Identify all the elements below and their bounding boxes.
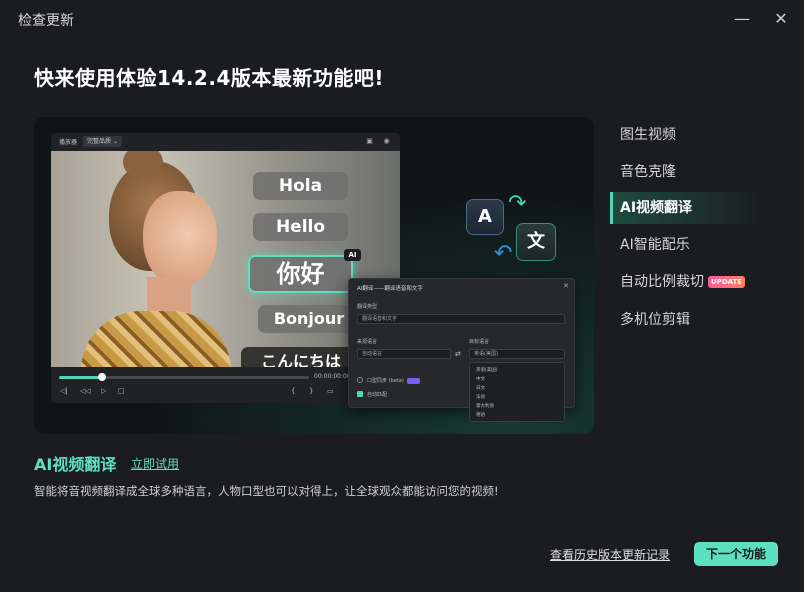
sidebar-item-ai-music[interactable]: AI智能配乐 (610, 229, 766, 261)
sidebar-item-label: 自动比例裁切 (620, 274, 704, 290)
sidebar-item-label: AI视频翻译 (620, 200, 693, 216)
dropdown-option[interactable]: 法语 (476, 394, 485, 400)
timecode: 00:00:00:00 (314, 373, 351, 380)
bubble-konnichiwa: こんにちは (241, 347, 361, 367)
beta-badge (407, 378, 420, 384)
sidebar-item-label: 图生视频 (620, 127, 676, 143)
letter-a-icon: A (466, 199, 504, 235)
mark-in-icon[interactable]: { (291, 387, 295, 395)
dropdown-option[interactable]: 日文 (476, 385, 485, 391)
close-icon[interactable]: ✕ (770, 8, 792, 30)
feature-description: 智能将音视频翻译成全球多种语言，人物口型也可以对得上，让全球观众都能访问您的视频… (34, 484, 499, 498)
sidebar-item-label: 多机位剪辑 (620, 312, 690, 328)
image-icon[interactable]: ▣ (365, 137, 374, 146)
rewind-icon[interactable]: ◁◁ (80, 387, 91, 395)
mark-out-icon[interactable]: } (309, 387, 313, 395)
stop-icon[interactable]: □ (118, 387, 125, 395)
woman-face-shape (143, 191, 217, 287)
translate-icon: ↷ A 文 ↶ (464, 189, 564, 269)
history-link[interactable]: 查看历史版本更新记录 (550, 546, 670, 563)
page-headline: 快来使用体验14.2.4版本最新功能吧! (34, 66, 384, 90)
sidebar-item-ai-video-translate[interactable]: AI视频翻译 (610, 192, 766, 224)
auto-match-label: 自动匹配 (367, 392, 388, 398)
eye-icon[interactable]: ◉ (382, 137, 391, 146)
target-select[interactable]: 英语(美国) (469, 349, 565, 359)
bubble-hello: Hello (253, 213, 348, 241)
quality-value: 完整品质 (87, 138, 112, 145)
lip-sync-label: 口型同步 (beta) (367, 378, 404, 384)
source-label: 来源语言 (357, 339, 378, 345)
update-badge: UPDATE (708, 276, 746, 288)
sidebar-item-label: 音色克隆 (620, 164, 676, 180)
dropdown-option[interactable]: 中文 (476, 376, 485, 382)
quality-select[interactable]: 完整品质 ⌄ (83, 136, 122, 147)
target-language-dropdown: 英语(美国) 中文 日文 法语 意大利语 德语 (469, 362, 565, 422)
player-toolbar: 播放器 完整品质 ⌄ ▣ ◉ (51, 133, 400, 151)
window-title: 检查更新 (18, 13, 74, 29)
bubble-bonjour: Bonjour (258, 305, 360, 333)
bubble-nihao: 你好 (248, 255, 353, 293)
prev-frame-icon[interactable]: ◁| (60, 387, 68, 395)
auto-match-checkbox[interactable] (357, 391, 363, 397)
feature-preview: 播放器 完整品质 ⌄ ▣ ◉ Hola Hello 你好 AI Bonjour … (34, 117, 594, 434)
bubble-hola: Hola (253, 172, 348, 200)
ai-tag: AI (344, 249, 361, 261)
swap-icon[interactable]: ⇄ (455, 350, 461, 358)
seek-fill (59, 376, 102, 379)
type-select[interactable]: 翻译语音和文字 (357, 314, 565, 324)
arrow-up-icon: ↶ (494, 241, 513, 266)
minimize-icon[interactable]: — (731, 8, 753, 30)
feature-title: AI视频翻译 (34, 455, 117, 474)
title-bar: 检查更新 — ✕ (0, 0, 804, 38)
sidebar-item-label: AI智能配乐 (620, 237, 690, 253)
try-now-link[interactable]: 立即试用 (131, 455, 179, 472)
woman-shirt-shape (81, 311, 231, 367)
arrow-down-icon: ↷ (508, 191, 527, 216)
dialog-close-icon[interactable]: ✕ (563, 282, 569, 290)
lip-sync-radio[interactable] (357, 377, 363, 383)
dropdown-option[interactable]: 德语 (476, 412, 485, 418)
dialog-title: AI翻译——翻译语音和文字 (357, 286, 423, 292)
type-label: 翻译类型 (357, 304, 378, 310)
sidebar-item-voice-clone[interactable]: 音色克隆 (610, 156, 766, 188)
source-select[interactable]: 自动语言 (357, 349, 451, 359)
target-label: 目标语言 (469, 339, 490, 345)
sidebar-item-multicam[interactable]: 多机位剪辑 (610, 304, 766, 336)
next-feature-button[interactable]: 下一个功能 (694, 542, 778, 566)
player-label: 播放器 (59, 139, 78, 146)
seek-bar[interactable] (59, 373, 309, 381)
dropdown-option[interactable]: 意大利语 (476, 403, 494, 409)
sidebar-item-auto-reframe[interactable]: 自动比例裁切 UPDATE (610, 266, 766, 298)
play-icon[interactable]: ▷ (101, 387, 106, 395)
seek-handle[interactable] (97, 373, 106, 381)
dropdown-option[interactable]: 英语(美国) (476, 367, 498, 373)
sidebar-item-image-to-video[interactable]: 图生视频 (610, 119, 766, 151)
chinese-char-icon: 文 (516, 223, 556, 261)
monitor-icon[interactable]: ▭ (327, 387, 334, 395)
